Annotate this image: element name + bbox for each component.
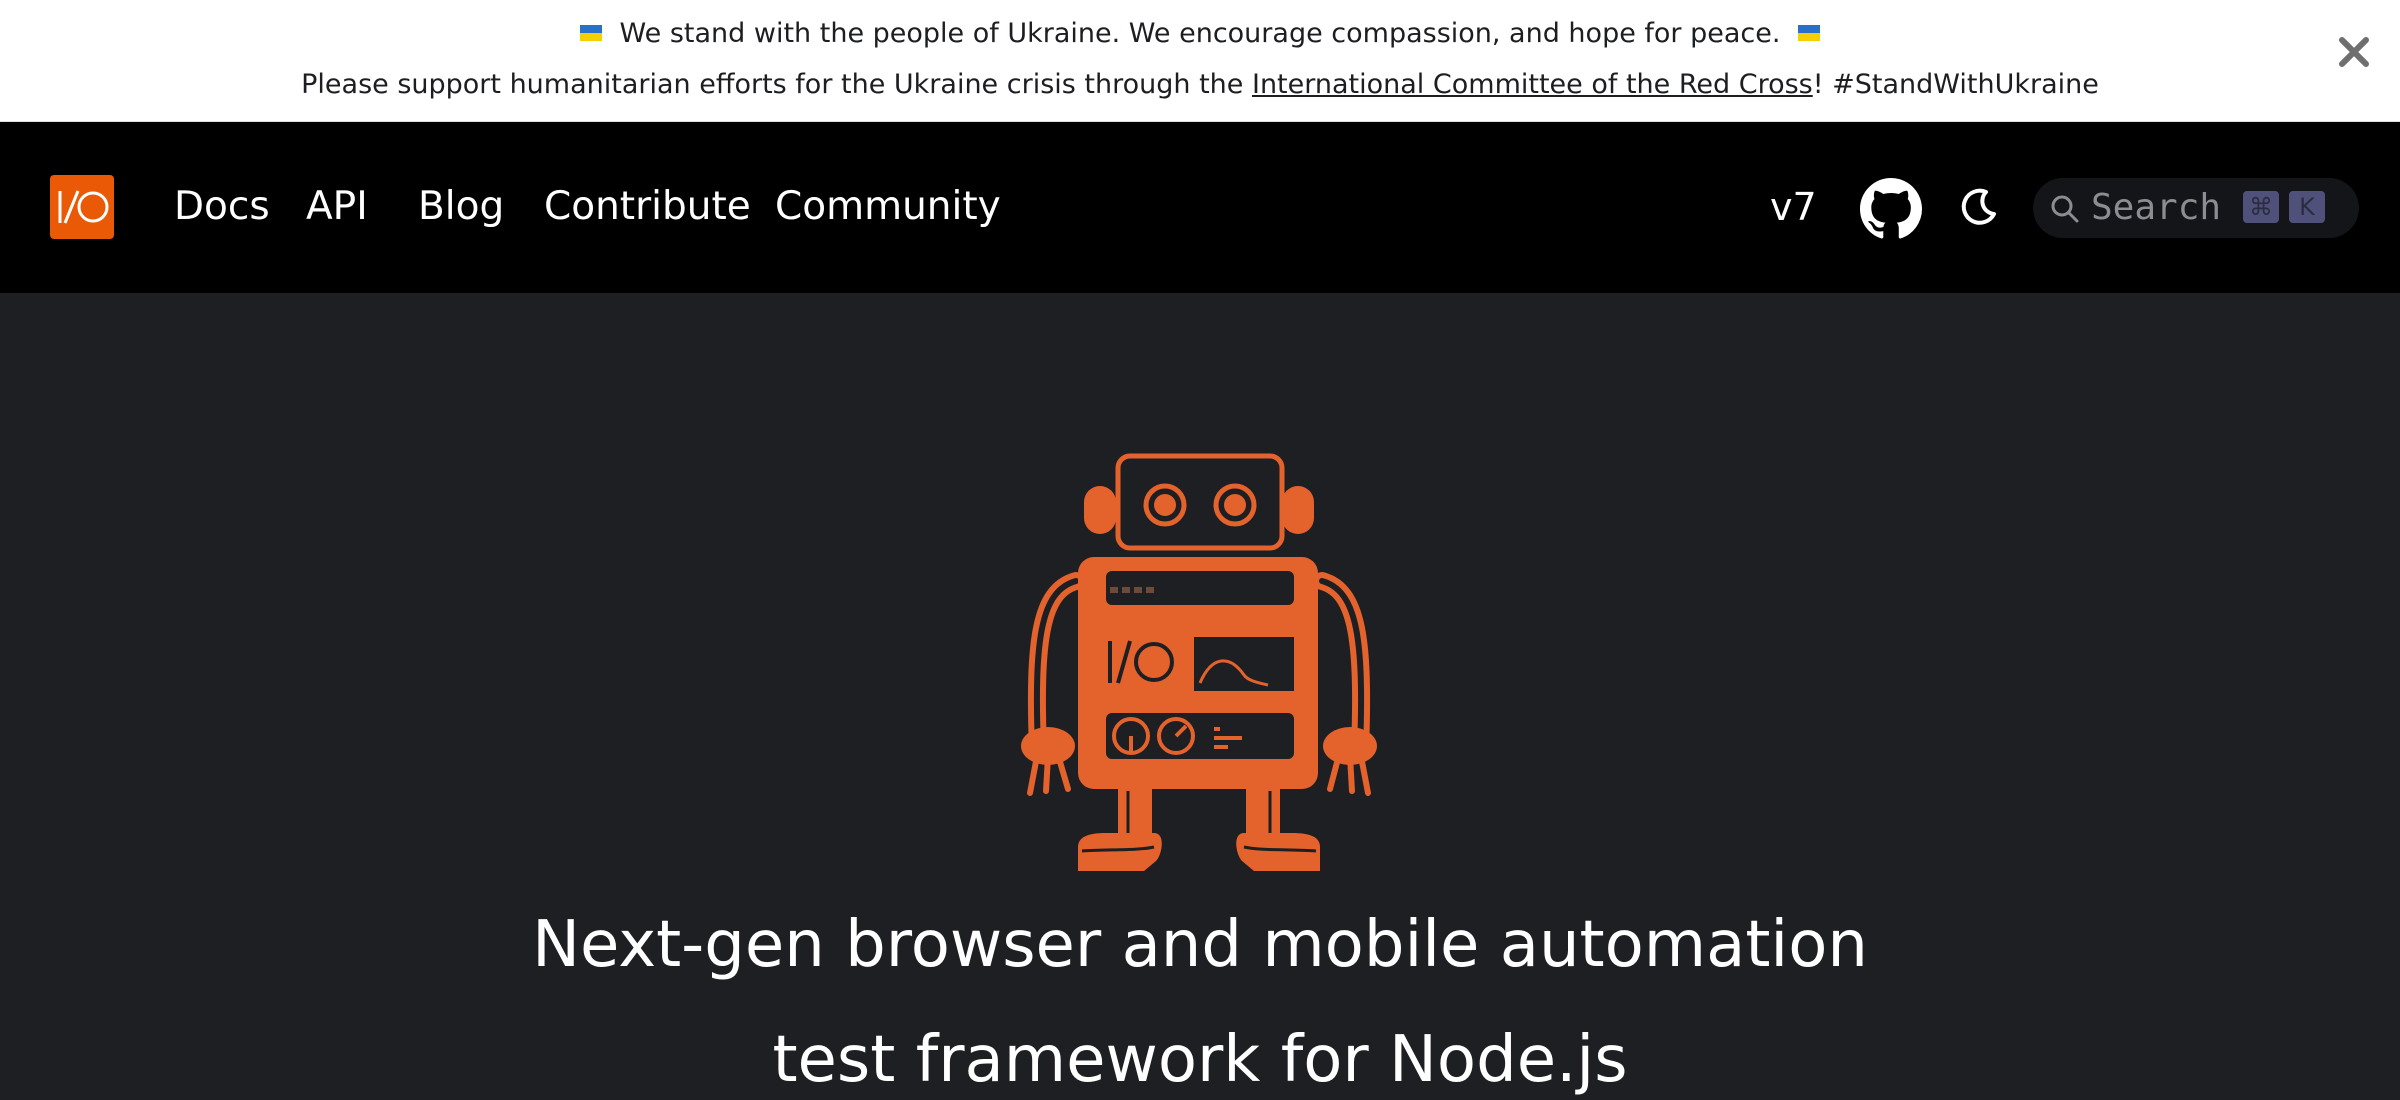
version-dropdown[interactable]: v7 [1770, 182, 1817, 232]
red-cross-link[interactable]: International Committee of the Red Cross [1252, 69, 1813, 100]
announcement-banner: We stand with the people of Ukraine. We … [0, 0, 2400, 122]
logo-icon [58, 190, 109, 224]
ukraine-flag-icon [1798, 24, 1821, 41]
robot-illustration [1021, 453, 1377, 871]
ukraine-flag-icon [579, 24, 602, 41]
nav-api[interactable]: API [306, 182, 368, 232]
nav-blog[interactable]: Blog [418, 182, 504, 232]
hero-title-line-2: test framework for Node.js [772, 1023, 1628, 1097]
banner-message: We stand with the people of Ukraine. We … [619, 18, 1781, 49]
nav-community[interactable]: Community [775, 182, 1001, 232]
moon-icon [1961, 188, 1996, 225]
banner-line-2: Please support humanitarian efforts for … [0, 66, 2400, 104]
banner-hashtag: ! #StandWithUkraine [1812, 69, 2099, 100]
nav-contribute[interactable]: Contribute [544, 182, 751, 232]
banner-line-1: We stand with the people of Ukraine. We … [0, 16, 2400, 52]
k-key: K [2289, 191, 2325, 223]
hero-section: Next-gen browser and mobile automation t… [0, 293, 2400, 1097]
close-banner-button[interactable] [2334, 34, 2374, 74]
search-placeholder: Search [2091, 187, 2222, 228]
github-icon [1860, 178, 1922, 239]
hero-title-line-1: Next-gen browser and mobile automation [532, 908, 1868, 982]
cmd-key: ⌘ [2243, 191, 2279, 223]
close-icon [2339, 37, 2369, 67]
github-link[interactable] [1860, 178, 1922, 240]
nav-docs[interactable]: Docs [174, 182, 270, 232]
top-navbar: Docs API Blog Contribute Community v7 Se… [0, 122, 2400, 293]
webdriverio-logo[interactable] [50, 175, 114, 239]
banner-support-text: Please support humanitarian efforts for … [301, 69, 1252, 100]
theme-toggle-button[interactable] [1956, 186, 2000, 230]
search-icon [2051, 195, 2079, 223]
search-button[interactable]: Search ⌘ K [2033, 178, 2359, 238]
